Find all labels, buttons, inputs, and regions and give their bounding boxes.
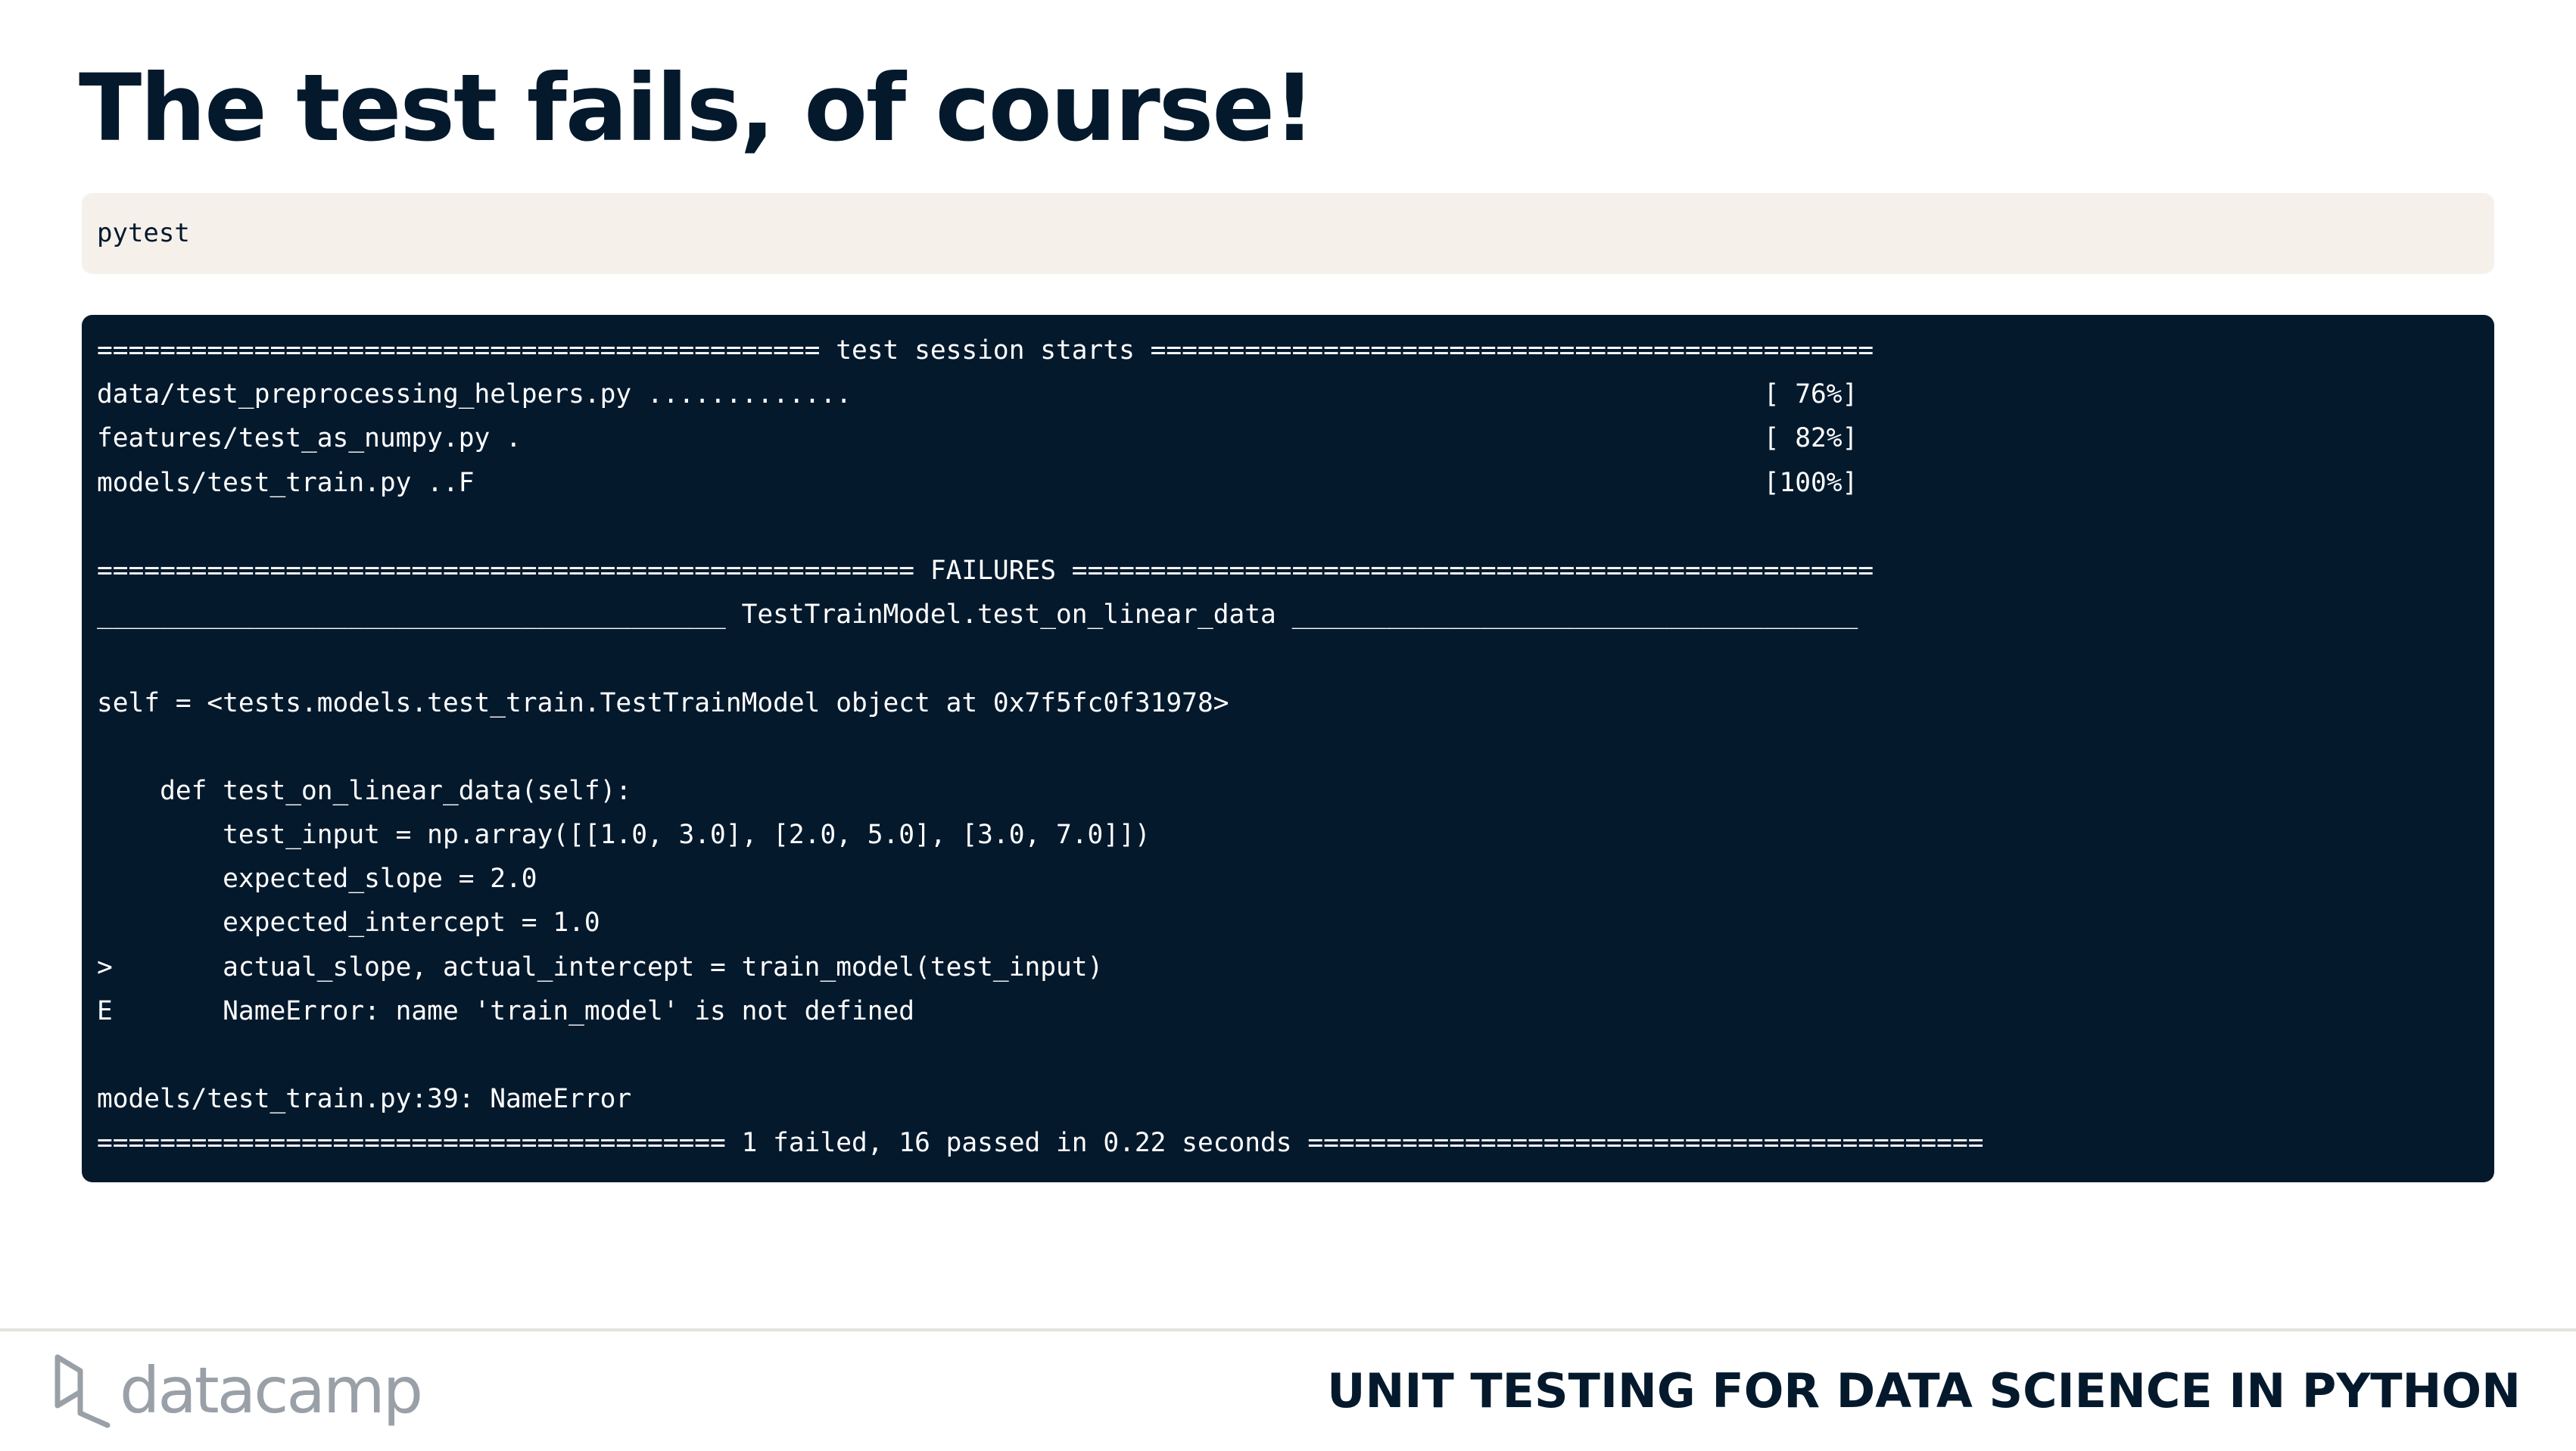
terminal-line: ========================================… [97,1128,1984,1159]
footer-divider [0,1328,2576,1331]
terminal-line: > actual_slope, actual_intercept = train… [97,951,1104,982]
course-title: UNIT TESTING FOR DATA SCIENCE IN PYTHON [1327,1363,2521,1418]
terminal-line: expected_slope = 2.0 [97,864,537,895]
terminal-line: ========================================… [97,335,1874,366]
terminal-line: features/test_as_numpy.py . [ 82%] [97,423,1858,454]
terminal-line: ========================================… [97,555,1874,586]
terminal-output-block: ========================================… [82,315,2494,1182]
terminal-line: models/test_train.py ..F [100%] [97,467,1858,498]
terminal-line: test_input = np.array([[1.0, 3.0], [2.0,… [97,820,1151,851]
datacamp-logo-icon [55,1354,111,1428]
terminal-line: E NameError: name 'train_model' is not d… [97,995,915,1026]
terminal-line: ________________________________________… [97,599,1858,631]
terminal-line: self = <tests.models.test_train.TestTrai… [97,687,1229,718]
terminal-line: models/test_train.py:39: NameError [97,1084,632,1115]
logo-wordmark: datacamp [120,1353,423,1428]
terminal-line: def test_on_linear_data(self): [97,775,632,806]
command-text: pytest [97,218,190,248]
terminal-line: expected_intercept = 1.0 [97,908,600,939]
slide-title: The test fails, of course! [79,54,1316,162]
command-code-block: pytest [82,193,2494,274]
datacamp-logo: datacamp [51,1349,423,1432]
terminal-line: data/test_preprocessing_helpers.py .....… [97,379,1858,410]
